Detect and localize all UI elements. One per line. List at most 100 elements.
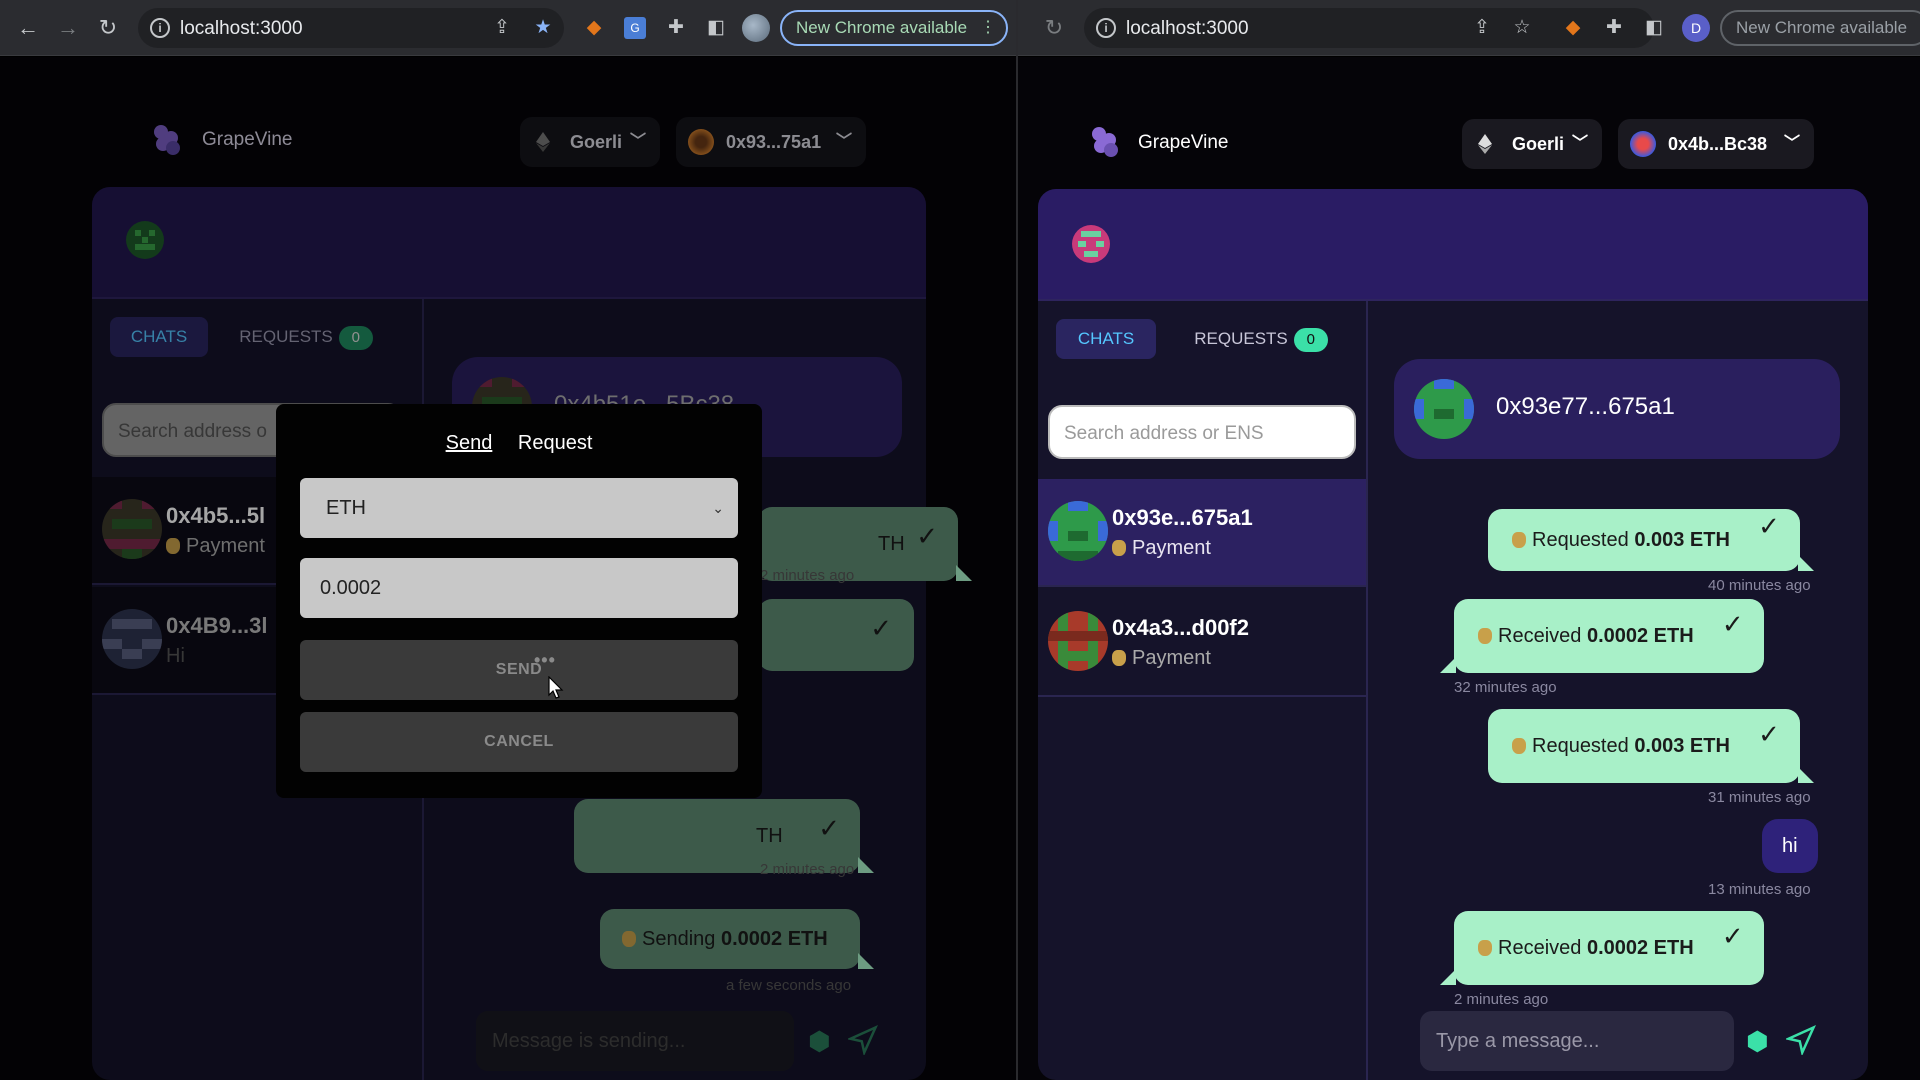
chevron-down-icon: ﹀ <box>1783 135 1800 152</box>
money-bag-icon <box>1512 532 1526 548</box>
side-panel-icon[interactable]: ◧ <box>1640 14 1668 42</box>
send-arrow-icon[interactable] <box>1786 1025 1816 1055</box>
metamask-extension-icon[interactable]: ◆ <box>580 14 608 42</box>
tab-request[interactable]: Request <box>518 432 593 455</box>
chevron-down-icon: ⌄ <box>712 500 724 516</box>
extensions-puzzle-icon[interactable]: ✚ <box>662 14 690 42</box>
amount-input[interactable]: 0.0002 <box>300 558 738 618</box>
user-identicon-icon <box>1072 225 1110 263</box>
reload-icon[interactable]: ↻ <box>1038 12 1070 44</box>
message-amount: 0.003 ETH <box>1634 529 1730 551</box>
message-prefix: Received <box>1498 625 1582 647</box>
message-time: 13 minutes ago <box>1708 881 1811 898</box>
contact-last-message-text: Payment <box>1132 647 1211 669</box>
ethereum-icon <box>1478 134 1492 154</box>
message-bubble: Requested 0.003 ETH ✓ <box>1488 709 1814 783</box>
menu-dots-icon[interactable]: ⋮ <box>980 12 996 44</box>
contact-name: 0x4a3...d00f2 <box>1112 615 1249 640</box>
sent-message-bubble: hi <box>1762 819 1818 873</box>
currency-select[interactable]: ETH ⌄ <box>300 478 738 538</box>
payment-modal: Send Request ETH ⌄ 0.0002 SEND ••• CANCE… <box>276 404 762 798</box>
cube-attach-icon[interactable]: ⬢ <box>1746 1027 1774 1055</box>
message-bubble: Received 0.0002 ETH ✓ <box>1440 911 1764 985</box>
profile-avatar[interactable] <box>742 14 770 42</box>
cancel-button[interactable]: CANCEL <box>300 712 738 772</box>
message-amount: 0.0002 ETH <box>1586 625 1694 647</box>
message-time: 31 minutes ago <box>1708 789 1811 806</box>
share-icon[interactable]: ⇪ <box>488 14 516 42</box>
checkmark-icon: ✓ <box>1721 609 1744 639</box>
forward-icon[interactable]: → <box>52 12 84 44</box>
search-input[interactable]: Search address or ENS <box>1048 405 1356 459</box>
browser-toolbar: ← → ↻ i localhost:3000 ⇪ ★ ◆ G ✚ ◧ New C… <box>0 0 1018 56</box>
checkmark-icon: ✓ <box>1721 921 1744 951</box>
message-input[interactable]: Type a message... <box>1420 1011 1734 1071</box>
message-prefix: Requested <box>1532 735 1629 757</box>
message-amount: 0.003 ETH <box>1634 735 1730 757</box>
address-url: localhost:3000 <box>1126 18 1249 39</box>
money-bag-icon <box>1112 540 1126 556</box>
account-avatar <box>1630 131 1656 157</box>
tab-requests[interactable]: REQUESTS 0 <box>1186 319 1336 359</box>
contact-last-message: Payment <box>1112 647 1211 670</box>
share-icon[interactable]: ⇪ <box>1468 14 1496 42</box>
chat-partner-address: 0x93e77...675a1 <box>1496 393 1675 420</box>
translate-extension-icon[interactable]: G <box>624 17 646 39</box>
grapevine-app: GrapeVine Goerli ﹀ 0x4b...Bc38 ﹀ CHATS R… <box>1018 57 1920 1080</box>
back-icon[interactable]: ← <box>12 12 44 44</box>
money-bag-icon <box>1112 650 1126 666</box>
bookmark-star-icon[interactable]: ☆ <box>1508 14 1536 42</box>
chat-header: 0x93e77...675a1 <box>1394 359 1840 459</box>
info-icon[interactable]: i <box>1096 18 1116 38</box>
message-time: 32 minutes ago <box>1454 679 1557 696</box>
message-amount: 0.0002 ETH <box>1586 937 1694 959</box>
network-selector[interactable]: Goerli ﹀ <box>1462 119 1602 169</box>
side-panel-icon[interactable]: ◧ <box>702 14 730 42</box>
account-label: 0x4b...Bc38 <box>1668 134 1768 154</box>
messenger-panel: CHATS REQUESTS 0 Search address or ENS 0x… <box>1038 189 1868 1080</box>
contact-last-message-text: Payment <box>1132 537 1211 559</box>
money-bag-icon <box>1512 738 1526 754</box>
currency-value: ETH <box>326 497 366 519</box>
chat-sidebar: CHATS REQUESTS 0 Search address or ENS 0x… <box>1038 301 1368 1080</box>
chevron-down-icon: ﹀ <box>1571 135 1588 152</box>
account-selector[interactable]: 0x4b...Bc38 ﹀ <box>1618 119 1814 169</box>
address-url: localhost:3000 <box>180 18 303 39</box>
tab-requests-label: REQUESTS <box>1194 329 1288 348</box>
reload-icon[interactable]: ↻ <box>92 12 124 44</box>
metamask-extension-icon[interactable]: ◆ <box>1559 14 1587 42</box>
message-prefix: Requested <box>1532 529 1629 551</box>
extensions-puzzle-icon[interactable]: ✚ <box>1600 14 1628 42</box>
contact-avatar <box>1048 501 1108 561</box>
bookmark-star-icon[interactable]: ★ <box>529 14 557 42</box>
money-bag-icon <box>1478 628 1492 644</box>
new-chrome-label: New Chrome available <box>1736 18 1908 37</box>
message-bubble: Requested 0.003 ETH ✓ <box>1488 509 1814 571</box>
browser-toolbar: ↻ i localhost:3000 ⇪ ☆ ◆ ✚ ◧ D New Chrom… <box>1018 0 1920 56</box>
message-prefix: Received <box>1498 937 1582 959</box>
checkmark-icon: ✓ <box>1758 511 1780 541</box>
contact-last-message: Payment <box>1112 537 1211 560</box>
chat-partner-avatar <box>1414 379 1474 439</box>
contact-avatar <box>1048 611 1108 671</box>
grapevine-logo-icon <box>1088 125 1120 157</box>
new-chrome-button[interactable]: New Chrome available <box>1720 10 1920 46</box>
requests-count-badge: 0 <box>1293 327 1328 352</box>
money-bag-icon <box>1478 940 1492 956</box>
left-browser-window: ← → ↻ i localhost:3000 ⇪ ★ ◆ G ✚ ◧ New C… <box>0 0 1018 1080</box>
contact-name: 0x93e...675a1 <box>1112 505 1253 530</box>
modal-tabs: Send Request <box>276 432 762 455</box>
checkmark-icon: ✓ <box>1758 719 1780 749</box>
tab-chats[interactable]: CHATS <box>1056 319 1156 359</box>
new-chrome-button[interactable]: New Chrome available ⋮ <box>780 10 1008 46</box>
send-button[interactable]: SEND ••• <box>300 640 738 700</box>
tab-send[interactable]: Send <box>446 432 493 455</box>
brand-name: GrapeVine <box>1138 132 1229 153</box>
contact-item[interactable]: 0x93e...675a1 Payment <box>1038 479 1366 587</box>
panel-header <box>1038 189 1868 301</box>
info-icon[interactable]: i <box>150 18 170 38</box>
mouse-cursor-icon <box>548 676 564 699</box>
profile-avatar[interactable]: D <box>1682 14 1710 42</box>
contact-item[interactable]: 0x4a3...d00f2 Payment <box>1038 589 1366 697</box>
new-chrome-label: New Chrome available <box>796 18 968 37</box>
